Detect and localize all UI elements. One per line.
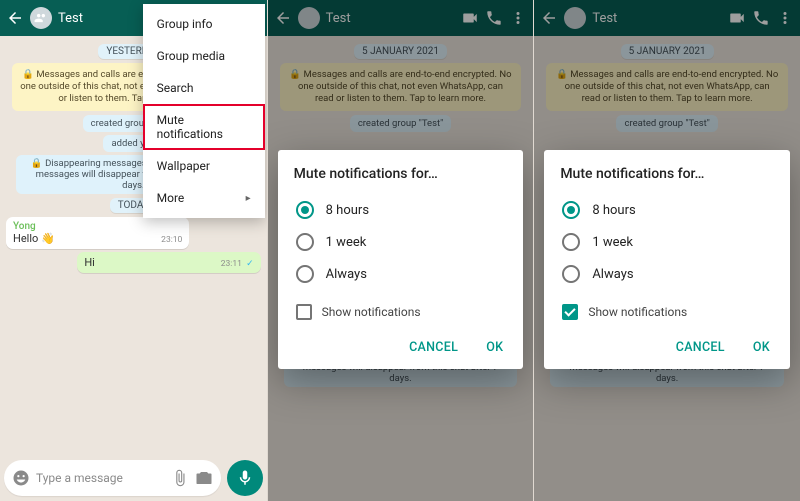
system-msg: created group "Test" [350, 115, 451, 132]
chevron-right-icon: ▸ [246, 193, 251, 204]
back-icon[interactable] [6, 9, 24, 27]
message-time: 23:10 [161, 235, 182, 245]
message-input[interactable]: Type a message [4, 460, 221, 496]
group-avatar[interactable] [298, 7, 320, 29]
radio-icon [562, 265, 580, 283]
chat-title[interactable]: Test [326, 11, 351, 26]
group-avatar[interactable] [30, 7, 52, 29]
sender-name: Yong [13, 221, 182, 232]
chat-title[interactable]: Test [58, 11, 83, 26]
more-icon[interactable] [776, 9, 794, 27]
encryption-notice: 🔒 Messages and calls are end-to-end encr… [546, 63, 788, 111]
video-call-icon[interactable] [728, 9, 746, 27]
composer: Type a message [4, 459, 263, 497]
input-placeholder: Type a message [36, 471, 165, 485]
dialog-title: Mute notifications for… [294, 166, 508, 182]
radio-icon [296, 265, 314, 283]
menu-group-media[interactable]: Group media [143, 40, 265, 72]
cancel-button[interactable]: CANCEL [672, 334, 729, 361]
menu-search[interactable]: Search [143, 72, 265, 104]
overflow-menu: Group info Group media Search Mute notif… [143, 4, 265, 218]
option-8-hours[interactable]: 8 hours [294, 194, 508, 226]
voice-call-icon[interactable] [752, 9, 770, 27]
menu-mute-notifications[interactable]: Mute notifications [143, 104, 265, 150]
emoji-icon[interactable] [12, 469, 30, 487]
chat-title[interactable]: Test [592, 11, 617, 26]
date-chip: 5 JANUARY 2021 [354, 44, 447, 59]
mute-dialog: Mute notifications for… 8 hours 1 week A… [544, 150, 790, 369]
radio-icon [296, 201, 314, 219]
checkbox-icon [562, 304, 578, 320]
ok-button[interactable]: OK [749, 334, 774, 361]
menu-wallpaper[interactable]: Wallpaper [143, 150, 265, 182]
pane-dialog-checked: Test 5 JANUARY 2021 🔒 Messages and calls… [533, 0, 800, 501]
incoming-message[interactable]: Yong Hello 👋 23:10 [6, 217, 189, 249]
system-msg: created group "Test" [616, 115, 717, 132]
radio-icon [562, 233, 580, 251]
voice-call-icon[interactable] [485, 9, 503, 27]
option-8-hours[interactable]: 8 hours [560, 194, 774, 226]
dialog-title: Mute notifications for… [560, 166, 774, 182]
camera-icon[interactable] [195, 469, 213, 487]
pane-dialog-unchecked: Test 5 JANUARY 2021 🔒 Messages and calls… [267, 0, 534, 501]
cancel-button[interactable]: CANCEL [405, 334, 462, 361]
option-1-week[interactable]: 1 week [560, 226, 774, 258]
message-time: 23:11 ✓ [221, 259, 254, 269]
attach-icon[interactable] [171, 469, 189, 487]
pane-menu: Test YESTERDAY 🔒 Messages and calls are … [0, 0, 267, 501]
radio-icon [296, 233, 314, 251]
option-always[interactable]: Always [294, 258, 508, 290]
read-tick-icon: ✓ [244, 259, 254, 269]
date-chip: 5 JANUARY 2021 [621, 44, 714, 59]
option-1-week[interactable]: 1 week [294, 226, 508, 258]
app-bar: Test [268, 0, 534, 36]
message-text: Hello 👋 [13, 232, 55, 245]
show-notifications-checkbox[interactable]: Show notifications [294, 300, 508, 324]
ok-button[interactable]: OK [482, 334, 507, 361]
outgoing-message[interactable]: Hi 23:11 ✓ [77, 252, 260, 273]
app-bar: Test [534, 0, 800, 36]
menu-group-info[interactable]: Group info [143, 8, 265, 40]
back-icon[interactable] [274, 9, 292, 27]
back-icon[interactable] [540, 9, 558, 27]
show-notifications-checkbox[interactable]: Show notifications [560, 300, 774, 324]
option-always[interactable]: Always [560, 258, 774, 290]
radio-icon [562, 201, 580, 219]
message-text: Hi [84, 256, 95, 269]
mute-dialog: Mute notifications for… 8 hours 1 week A… [278, 150, 524, 369]
voice-button[interactable] [227, 460, 263, 496]
menu-more[interactable]: More▸ [143, 182, 265, 214]
encryption-notice: 🔒 Messages and calls are end-to-end encr… [280, 63, 522, 111]
video-call-icon[interactable] [461, 9, 479, 27]
checkbox-icon [296, 304, 312, 320]
more-icon[interactable] [509, 9, 527, 27]
group-avatar[interactable] [564, 7, 586, 29]
